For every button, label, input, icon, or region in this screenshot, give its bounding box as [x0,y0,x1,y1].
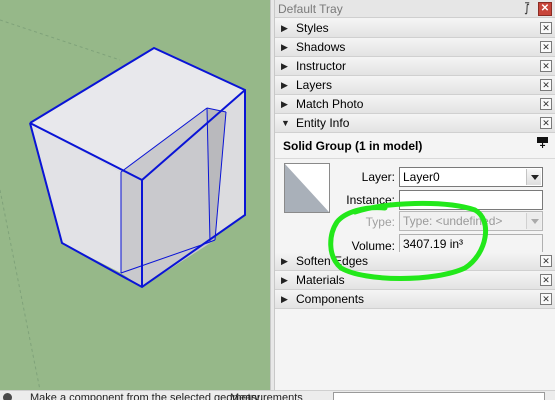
panel-header-components[interactable]: ▶ Components ✕ [275,290,555,309]
expand-arrow-icon: ▶ [281,80,288,90]
panel-close-icon[interactable]: ✕ [540,274,552,286]
tray-title-bar[interactable]: Default Tray ⨛ ✕ [275,0,555,18]
layer-select[interactable]: Layer0 [399,167,543,187]
expand-arrow-icon: ▶ [281,275,288,285]
panel-close-icon[interactable]: ✕ [540,41,552,53]
status-info-icon[interactable] [3,393,12,400]
chevron-down-icon[interactable] [526,169,541,185]
panel-close-icon[interactable]: ✕ [540,79,552,91]
collapse-arrow-icon: ▼ [281,118,290,128]
panel-label-shadows: Shadows [296,40,346,54]
panel-header-entity-info[interactable]: ▼ Entity Info ✕ [275,114,555,133]
pin-icon[interactable]: ⨛ [521,2,533,16]
panel-label-instructor: Instructor [296,59,347,73]
panel-label-entity-info: Entity Info [296,116,350,130]
panel-close-icon[interactable]: ✕ [540,255,552,267]
measurements-input[interactable] [333,392,545,400]
expand-arrow-icon: ▶ [281,23,288,33]
panel-header-styles[interactable]: ▶ Styles ✕ [275,19,555,38]
panel-header-instructor[interactable]: ▶ Instructor ✕ [275,57,555,76]
expand-arrow-icon: ▶ [281,42,288,52]
panel-header-shadows[interactable]: ▶ Shadows ✕ [275,38,555,57]
panel-close-icon[interactable]: ✕ [540,22,552,34]
entity-divider [275,158,555,159]
expand-arrow-icon: ▶ [281,99,288,109]
model-viewport[interactable] [0,0,270,390]
panel-close-icon[interactable]: ✕ [540,98,552,110]
panel-header-layers[interactable]: ▶ Layers ✕ [275,76,555,95]
expand-arrow-icon: ▶ [281,256,288,266]
green-highlight-annotation [328,200,489,281]
expand-arrow-icon: ▶ [281,294,288,304]
panel-label-components: Components [296,292,365,306]
panel-label-styles: Styles [296,21,329,35]
layer-select-value: Layer0 [403,170,440,184]
details-expand-icon[interactable]: + [537,137,548,152]
close-icon[interactable]: ✕ [538,2,552,16]
status-bar: Make a component from the selected geome… [0,390,555,400]
panel-close-icon[interactable]: ✕ [540,117,552,129]
expand-arrow-icon: ▶ [281,61,288,71]
default-tray: Default Tray ⨛ ✕ ▶ Styles ✕ ▶ Shadows ✕ … [275,0,555,390]
tray-title: Default Tray [278,2,343,16]
panel-header-match-photo[interactable]: ▶ Match Photo ✕ [275,95,555,114]
status-text: Make a component from the selected geome… [30,392,260,400]
panel-close-icon[interactable]: ✕ [540,60,552,72]
layer-label: Layer: [361,170,395,184]
model-canvas[interactable] [0,0,270,390]
entity-title: Solid Group (1 in model) [283,139,423,153]
panel-label-layers: Layers [296,78,333,92]
measurements-label: Measurements [230,392,303,400]
panel-label-match-photo: Match Photo [296,97,364,111]
panel-close-icon[interactable]: ✕ [540,293,552,305]
chevron-down-icon [526,213,541,229]
